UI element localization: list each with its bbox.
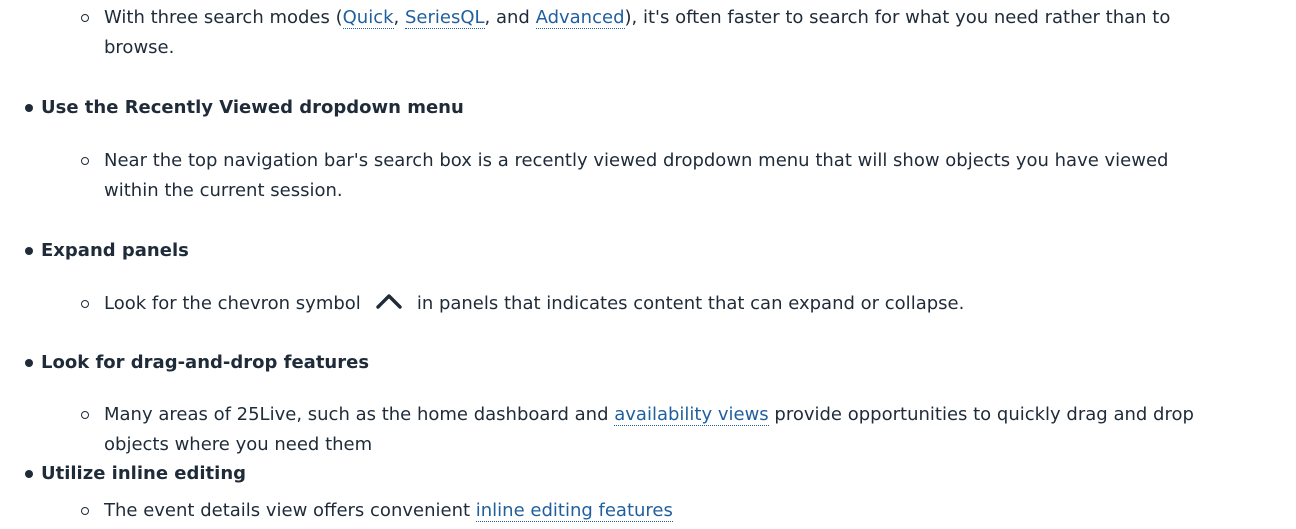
- expand-panels-item: Look for the chevron symbol in panels tha…: [81, 289, 1224, 319]
- help-document: With three search modes (Quick, SeriesQL…: [0, 0, 1296, 529]
- recently-viewed-heading: Use the Recently Viewed dropdown menu: [25, 93, 464, 123]
- inline-editing-list: The event details view offers convenient…: [81, 496, 1224, 526]
- search-modes-list: With three search modes (Quick, SeriesQL…: [81, 3, 1224, 63]
- expand-panels-text: Look for the chevron symbol: [104, 293, 361, 314]
- expand-panels-heading: Expand panels: [25, 236, 189, 266]
- advanced-search-link[interactable]: Advanced: [535, 7, 625, 29]
- search-modes-text: With three search modes (: [104, 7, 343, 28]
- drag-drop-heading: Look for drag-and-drop features: [24, 348, 369, 378]
- separator-text: , and: [484, 7, 536, 28]
- search-modes-item: With three search modes (Quick, SeriesQL…: [81, 3, 1224, 63]
- inline-editing-text: The event details view offers convenient: [104, 500, 476, 521]
- chevron-up-icon: [376, 294, 402, 309]
- availability-views-link[interactable]: availability views: [614, 404, 769, 426]
- recently-viewed-item: Near the top navigation bar's search box…: [81, 146, 1224, 206]
- quick-search-link[interactable]: Quick: [342, 7, 394, 29]
- inline-editing-features-link[interactable]: inline editing features: [475, 500, 673, 522]
- inline-editing-heading: Utilize inline editing: [24, 459, 246, 489]
- drag-drop-item: Many areas of 25Live, such as the home d…: [81, 400, 1224, 460]
- expand-panels-suffix: in panels that indicates content that ca…: [416, 293, 965, 314]
- expand-panels-list: Look for the chevron symbol in panels tha…: [81, 289, 1224, 319]
- inline-editing-item: The event details view offers convenient…: [81, 496, 1224, 526]
- separator-text: ,: [393, 7, 405, 28]
- drag-drop-list: Many areas of 25Live, such as the home d…: [81, 400, 1224, 460]
- recently-viewed-list: Near the top navigation bar's search box…: [81, 146, 1224, 206]
- drag-drop-text: Many areas of 25Live, such as the home d…: [104, 404, 615, 425]
- seriesql-search-link[interactable]: SeriesQL: [404, 7, 485, 29]
